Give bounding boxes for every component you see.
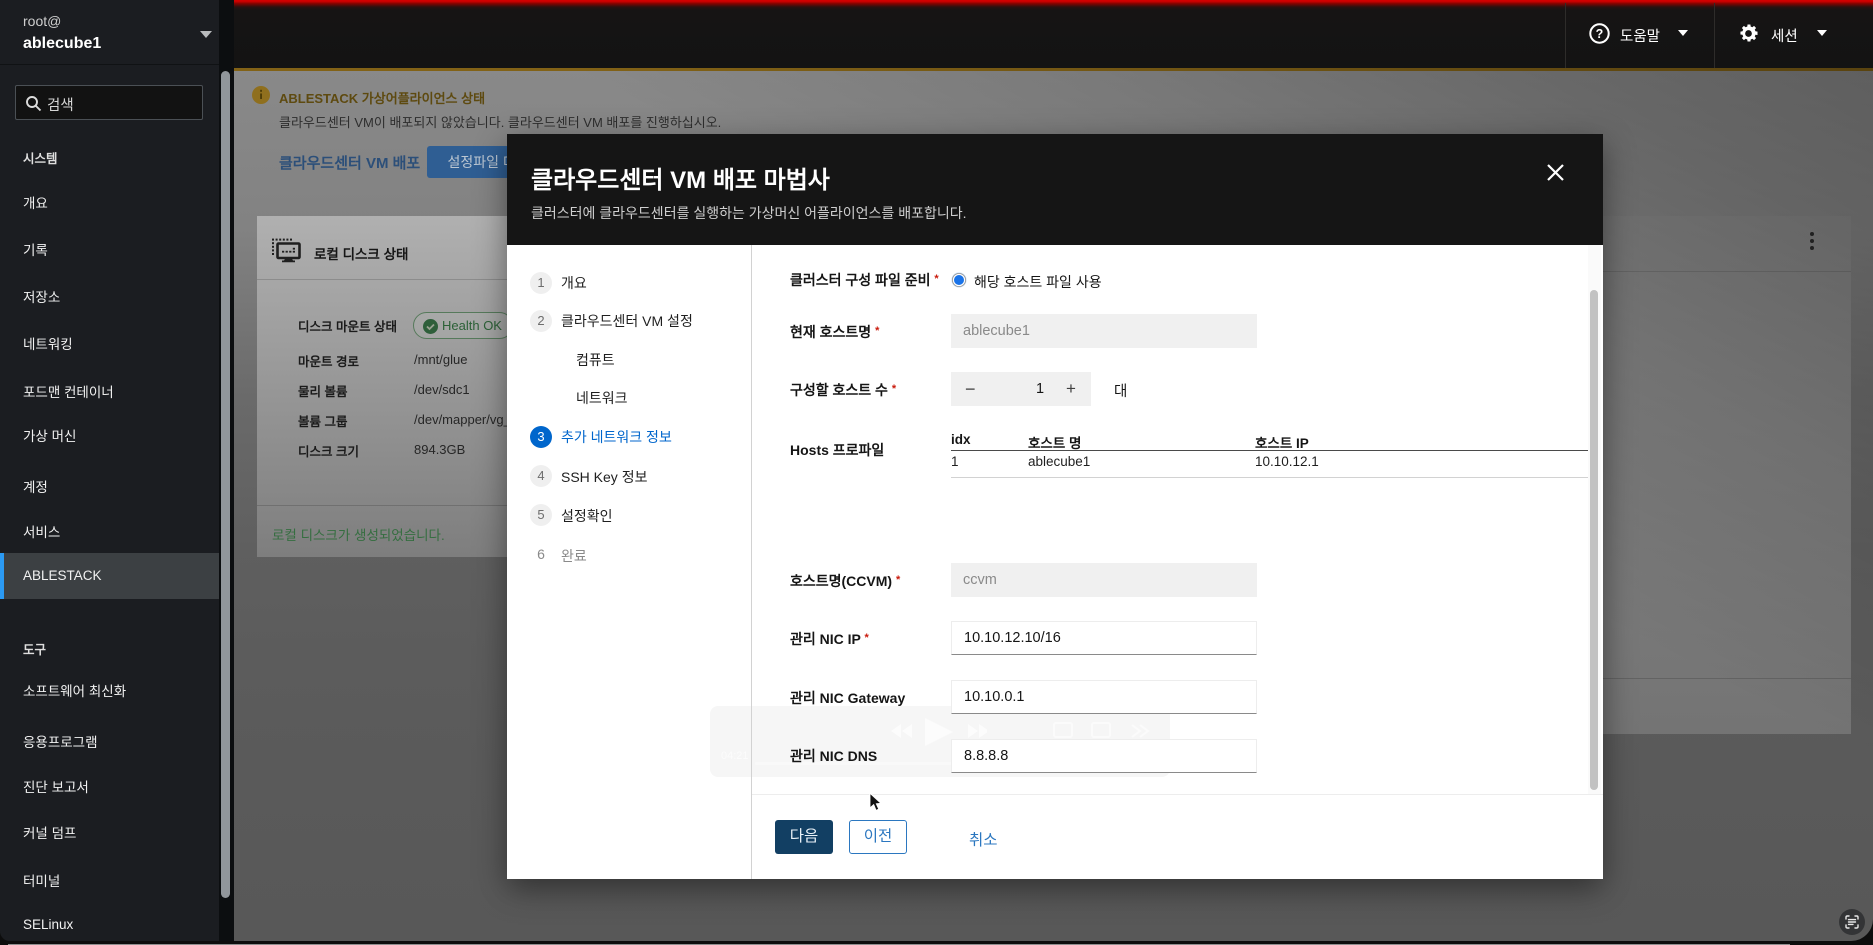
svg-text:?: ? <box>1596 27 1604 41</box>
